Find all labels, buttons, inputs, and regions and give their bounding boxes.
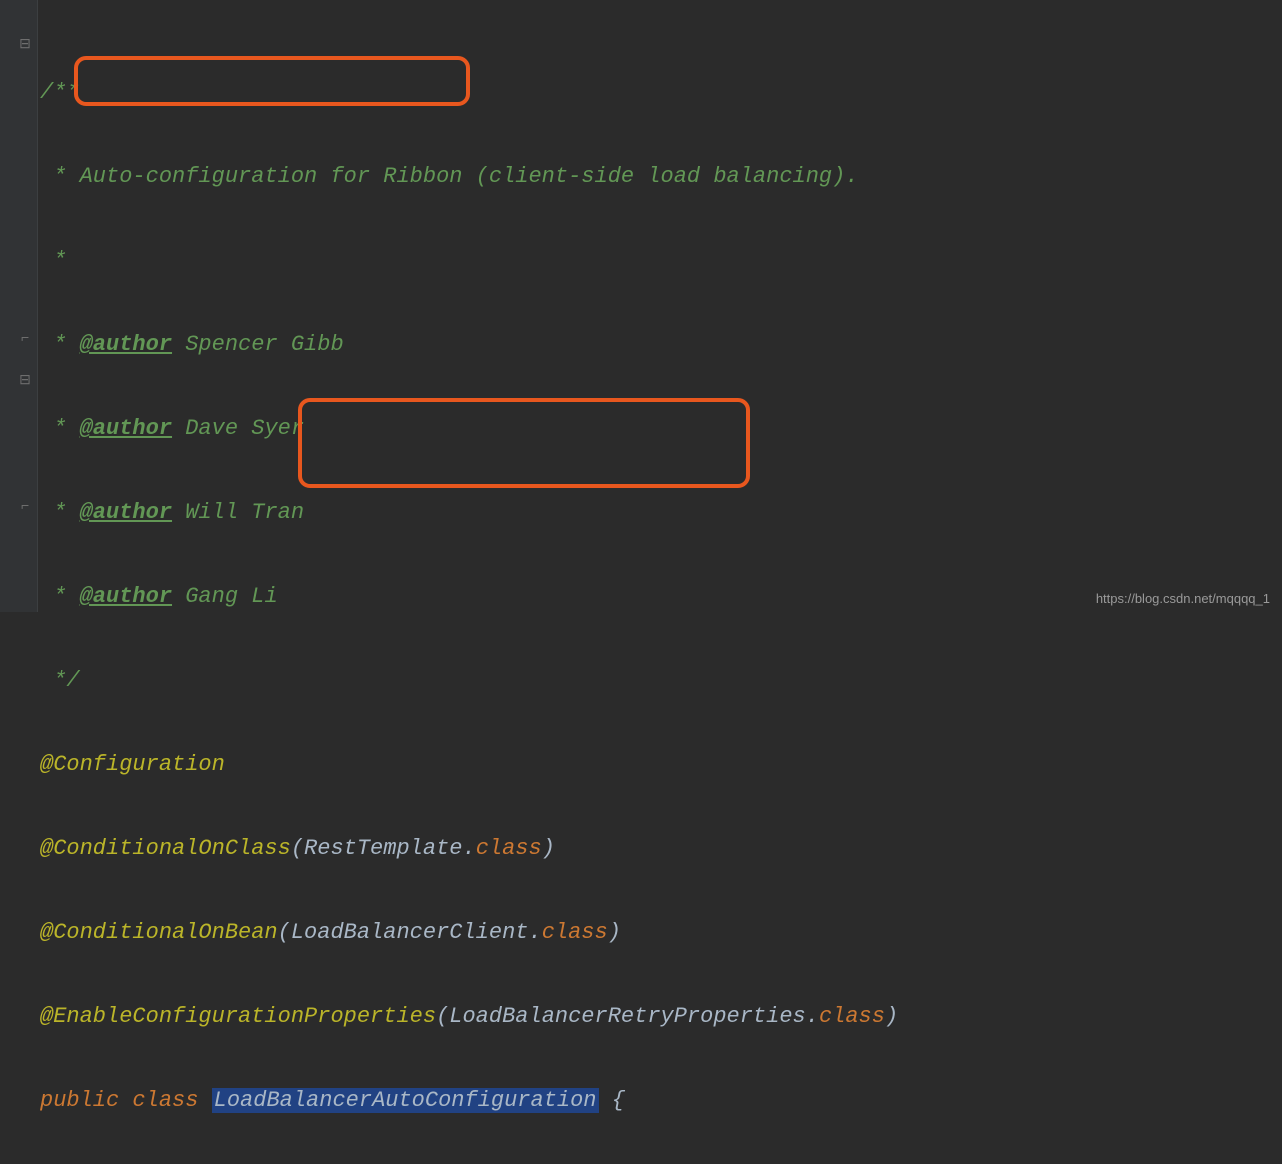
javadoc-description: Auto-configuration for Ribbon (client-si…	[80, 164, 859, 189]
javadoc-start: /**	[40, 80, 80, 105]
javadoc-end: */	[40, 668, 80, 693]
fold-end-icon[interactable]: ⌐	[18, 332, 32, 346]
javadoc-author-name: Gang Li	[172, 584, 278, 609]
paren-close: )	[885, 1004, 898, 1029]
paren-close: )	[608, 920, 621, 945]
javadoc-author-tag: @author	[80, 584, 172, 609]
class-keyword: class	[819, 1004, 885, 1029]
class-ref: RestTemplate.	[304, 836, 476, 861]
javadoc-author-tag: @author	[80, 416, 172, 441]
class-keyword: class	[132, 1088, 211, 1113]
paren-close: )	[542, 836, 555, 861]
javadoc-line: *	[40, 164, 80, 189]
brace-open: {	[599, 1088, 625, 1113]
class-ref: LoadBalancerClient.	[291, 920, 542, 945]
class-name-selected: LoadBalancerAutoConfiguration	[212, 1088, 599, 1113]
paren-open: (	[291, 836, 304, 861]
javadoc-line: *	[40, 332, 80, 357]
annotation-enableconfigurationproperties: @EnableConfigurationProperties	[40, 1004, 436, 1029]
public-keyword: public	[40, 1088, 132, 1113]
annotation-configuration: @Configuration	[40, 752, 225, 777]
code-editor-content[interactable]: /** * Auto-configuration for Ribbon (cli…	[40, 30, 898, 1164]
javadoc-author-name: Spencer Gibb	[172, 332, 344, 357]
watermark-text: https://blog.csdn.net/mqqqq_1	[1096, 591, 1270, 606]
paren-open: (	[278, 920, 291, 945]
annotation-conditionalonclass: @ConditionalOnClass	[40, 836, 291, 861]
javadoc-line: *	[40, 584, 80, 609]
javadoc-line: *	[40, 416, 80, 441]
javadoc-line: *	[40, 500, 80, 525]
class-keyword: class	[476, 836, 542, 861]
class-keyword: class	[542, 920, 608, 945]
fold-collapse-icon[interactable]: ⊟	[18, 374, 32, 388]
annotation-conditionalonbean: @ConditionalOnBean	[40, 920, 278, 945]
javadoc-author-name: Will Tran	[172, 500, 304, 525]
editor-gutter: ⊟ ⌐ ⊟ ⌐	[0, 0, 38, 612]
javadoc-author-tag: @author	[80, 332, 172, 357]
class-ref: LoadBalancerRetryProperties.	[449, 1004, 819, 1029]
fold-collapse-icon[interactable]: ⊟	[18, 38, 32, 52]
javadoc-author-name: Dave Syer	[172, 416, 304, 441]
javadoc-line: *	[40, 248, 66, 273]
paren-open: (	[436, 1004, 449, 1029]
javadoc-author-tag: @author	[80, 500, 172, 525]
fold-end-icon[interactable]: ⌐	[18, 500, 32, 514]
